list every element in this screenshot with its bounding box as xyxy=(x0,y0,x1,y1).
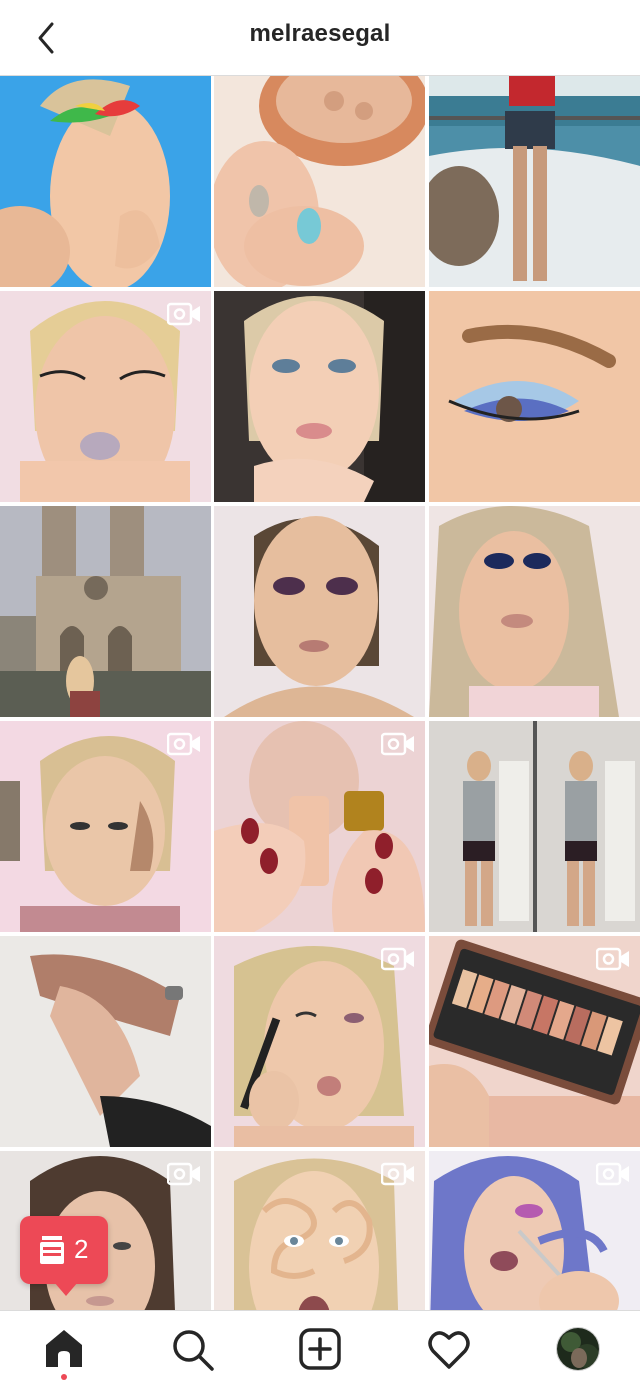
grid-post[interactable] xyxy=(0,936,211,1147)
top-bar: melraesegal xyxy=(0,0,640,76)
bottom-tab-bar xyxy=(0,1310,640,1387)
post-thumbnail xyxy=(429,721,640,932)
video-icon xyxy=(381,947,414,971)
grid-post[interactable] xyxy=(214,936,425,1147)
post-thumbnail xyxy=(429,506,640,717)
grid-post[interactable] xyxy=(429,76,640,287)
post-thumbnail xyxy=(0,506,211,717)
post-thumbnail xyxy=(0,76,211,287)
grid-post[interactable] xyxy=(0,721,211,932)
tab-activity[interactable] xyxy=(425,1325,473,1373)
post-thumbnail xyxy=(0,936,211,1147)
active-tab-indicator xyxy=(61,1374,67,1380)
grid-post[interactable] xyxy=(214,76,425,287)
notification-count: 2 xyxy=(74,1234,89,1264)
activity-notification-bubble[interactable]: 2 xyxy=(20,1216,108,1296)
grid-post[interactable] xyxy=(429,291,640,502)
video-icon xyxy=(167,732,200,756)
search-icon xyxy=(173,1330,214,1371)
activity-heart-icon xyxy=(428,1331,470,1369)
tab-search[interactable] xyxy=(168,1325,216,1373)
tab-new-post[interactable] xyxy=(296,1325,344,1373)
posts-notification-icon xyxy=(40,1236,64,1264)
post-thumbnail xyxy=(214,291,425,502)
avatar xyxy=(557,1328,599,1370)
tab-profile-avatar[interactable] xyxy=(556,1327,600,1371)
grid-post[interactable] xyxy=(429,721,640,932)
grid-post[interactable] xyxy=(429,506,640,717)
grid-post[interactable] xyxy=(0,506,211,717)
video-icon xyxy=(596,1162,629,1186)
video-icon xyxy=(167,1162,200,1186)
post-thumbnail xyxy=(429,291,640,502)
grid-post[interactable] xyxy=(0,291,211,502)
grid-post[interactable] xyxy=(429,936,640,1147)
video-icon xyxy=(381,1162,414,1186)
grid-post[interactable] xyxy=(214,506,425,717)
post-thumbnail xyxy=(214,506,425,717)
home-icon xyxy=(46,1330,82,1367)
grid-post[interactable] xyxy=(214,721,425,932)
video-icon xyxy=(596,947,629,971)
video-icon xyxy=(381,732,414,756)
tab-home[interactable] xyxy=(40,1325,88,1373)
post-thumbnail xyxy=(429,76,640,287)
profile-username: melraesegal xyxy=(249,20,391,47)
video-icon xyxy=(167,302,200,326)
grid-post[interactable] xyxy=(214,291,425,502)
new-post-icon xyxy=(299,1328,341,1370)
post-thumbnail xyxy=(214,76,425,287)
grid-post[interactable] xyxy=(0,76,211,287)
